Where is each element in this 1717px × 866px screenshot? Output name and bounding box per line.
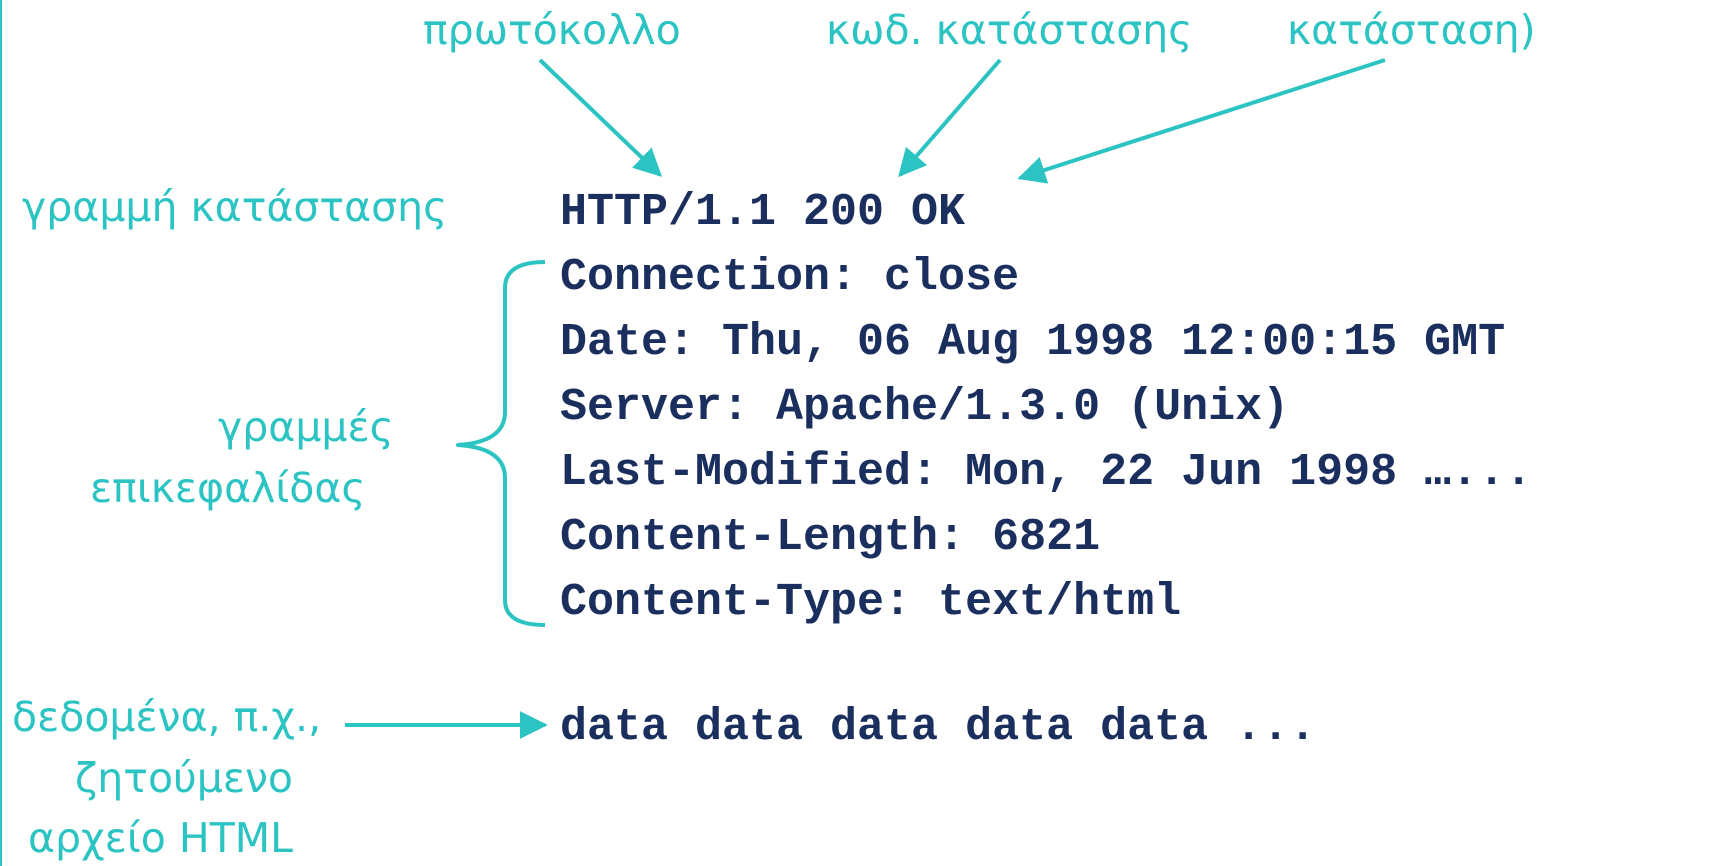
response-body: data data data data data ...	[560, 702, 1317, 753]
header-date: Date: Thu, 06 Aug 1998 12:00:15 GMT	[560, 317, 1506, 368]
status-line-label: γραμμή κατάστασης	[22, 183, 448, 231]
header-lines-label-2: επικεφαλίδας	[90, 464, 366, 512]
header-lines-label-1: γραμμές	[218, 403, 394, 451]
status-phrase-arrow	[1017, 58, 1386, 184]
header-last-modified: Last-Modified: Mon, 22 Jun 1998 …...	[560, 447, 1533, 498]
header-server: Server: Apache/1.3.0 (Unix)	[560, 382, 1290, 433]
status-code-label: κωδ. κατάστασης	[826, 6, 1193, 54]
data-label-3: αρχείο HTML	[28, 814, 293, 862]
status-line: HTTP/1.1 200 OK	[560, 187, 966, 238]
header-lines-brace	[456, 260, 546, 627]
status-phrase-label: κατάσταση)	[1287, 6, 1536, 54]
data-label-2: ζητούμενο	[75, 754, 294, 802]
protocol-label: πρωτόκολλο	[423, 6, 681, 54]
protocol-arrow	[538, 58, 663, 177]
header-connection: Connection: close	[560, 252, 1020, 303]
header-content-length: Content-Length: 6821	[560, 512, 1101, 563]
header-content-type: Content-Type: text/html	[560, 577, 1182, 628]
http-response-diagram: πρωτόκολλο κωδ. κατάστασης κατάσταση) γρ…	[0, 0, 1717, 866]
status-code-arrow	[898, 58, 1002, 178]
data-label-1: δεδομένα, π.χ.,	[12, 693, 322, 741]
